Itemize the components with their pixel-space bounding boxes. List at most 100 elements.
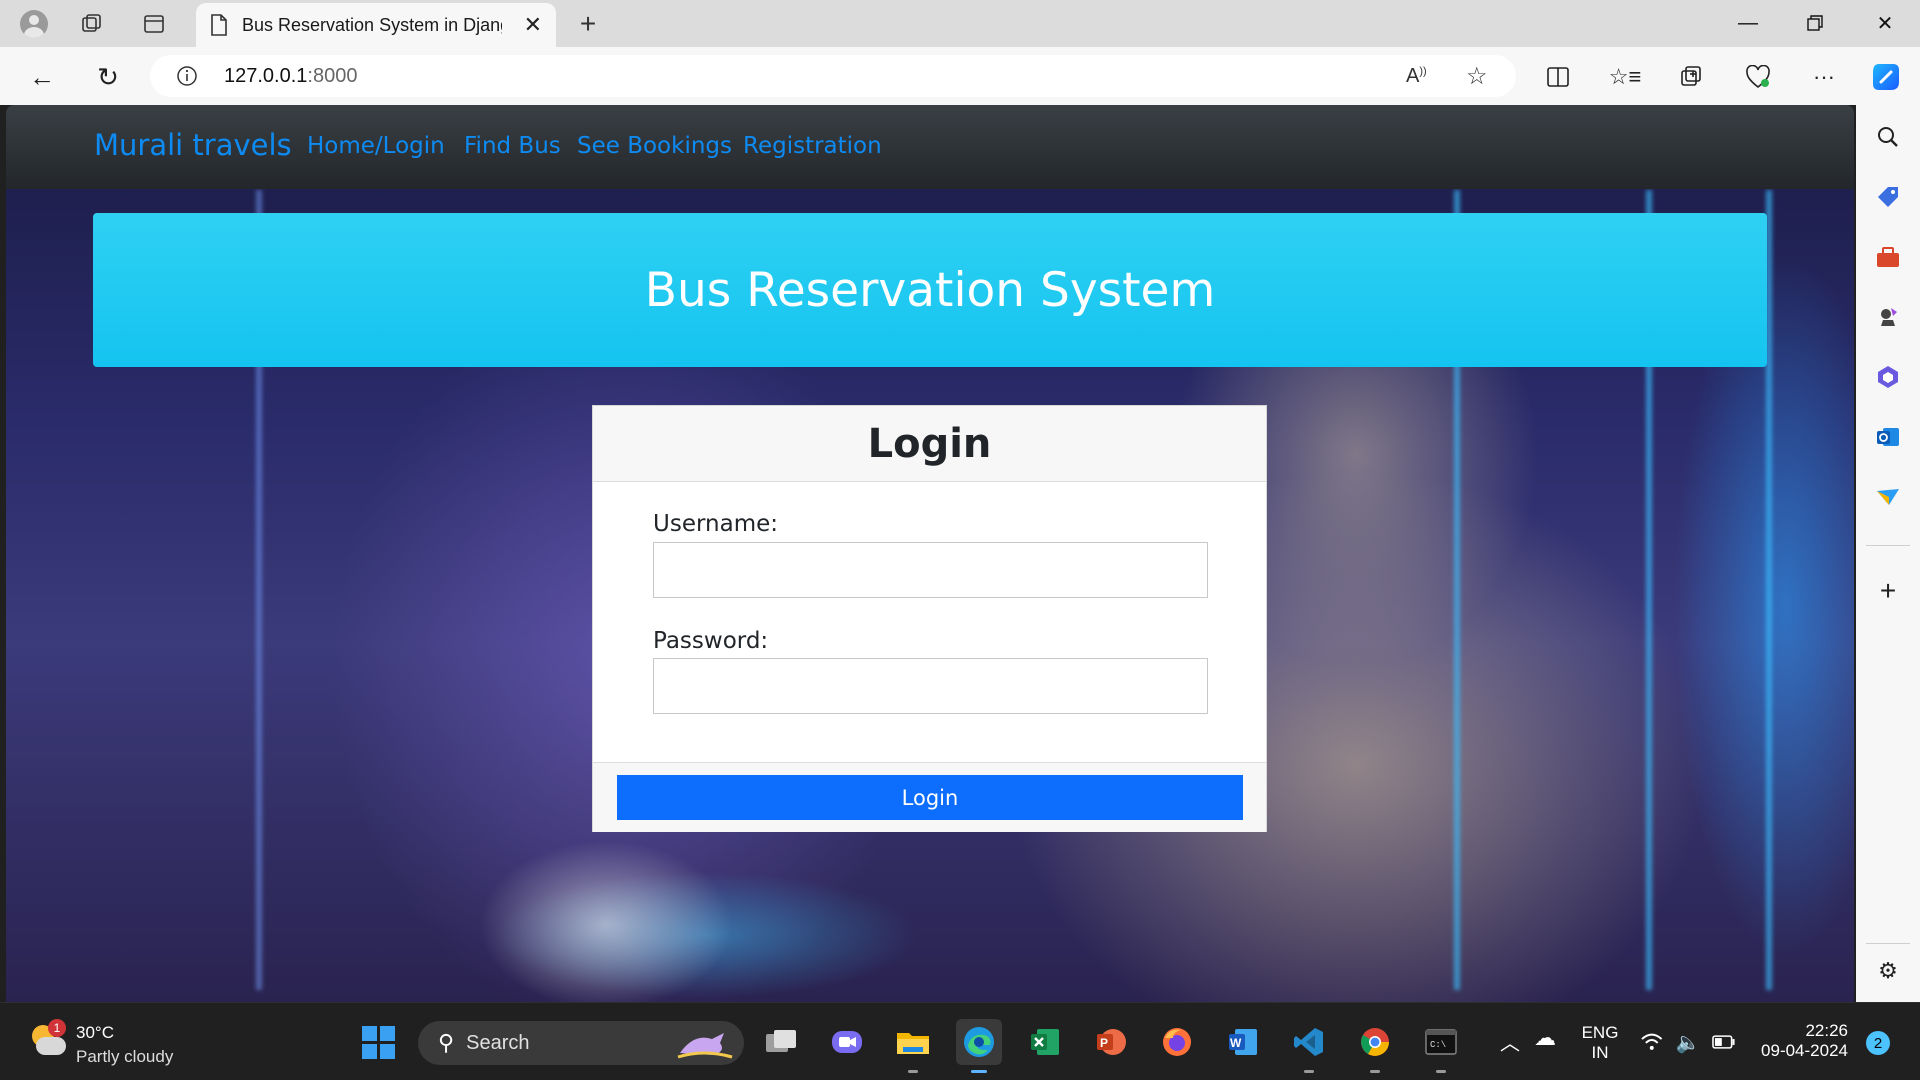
address-bar[interactable]: 127.0.0.1:8000 A)) ☆ bbox=[150, 55, 1516, 97]
web-page: Murali travels Home/Login Find Bus See B… bbox=[6, 105, 1854, 1002]
login-button[interactable]: Login bbox=[617, 775, 1243, 820]
site-info-icon[interactable] bbox=[176, 65, 198, 87]
sidebar-divider bbox=[1866, 545, 1910, 546]
back-arrow-icon: ← bbox=[29, 61, 55, 92]
avatar-icon bbox=[20, 10, 48, 38]
back-button[interactable]: ← bbox=[22, 57, 62, 97]
task-view-icon bbox=[766, 1030, 796, 1052]
favorite-star-icon[interactable]: ☆ bbox=[1466, 62, 1488, 91]
taskbar-file-explorer[interactable] bbox=[890, 1019, 936, 1073]
refresh-icon: ↻ bbox=[97, 61, 119, 92]
sidebar-add-button[interactable]: + bbox=[1870, 573, 1906, 609]
vertical-tabs-button[interactable] bbox=[136, 6, 172, 42]
nav-find-bus[interactable]: Find Bus bbox=[464, 133, 561, 159]
search-icon bbox=[1878, 127, 1898, 147]
login-card: Login Username: Password: Login bbox=[592, 405, 1267, 832]
notification-badge[interactable]: 2 bbox=[1866, 1031, 1890, 1055]
system-tray-status[interactable]: 🔈 bbox=[1640, 1027, 1736, 1057]
taskbar-terminal[interactable]: C:\ bbox=[1418, 1019, 1464, 1073]
nav-registration[interactable]: Registration bbox=[743, 133, 882, 159]
tray-overflow-icon[interactable]: ︿ bbox=[1500, 1027, 1520, 1056]
sidebar-m365-icon[interactable] bbox=[1870, 359, 1906, 395]
favorites-button[interactable]: ☆≡ bbox=[1605, 57, 1645, 97]
plus-icon: + bbox=[1879, 575, 1897, 606]
taskbar-chrome[interactable] bbox=[1352, 1019, 1398, 1073]
nav-see-bookings[interactable]: See Bookings bbox=[577, 133, 732, 159]
firefox-icon bbox=[1163, 1028, 1191, 1056]
taskbar-firefox[interactable] bbox=[1154, 1019, 1200, 1065]
sidebar-drop-icon[interactable] bbox=[1870, 479, 1906, 515]
nav-home-login[interactable]: Home/Login bbox=[307, 133, 445, 159]
weather-widget[interactable]: 1 30°C Partly cloudy bbox=[28, 1017, 228, 1067]
start-button[interactable] bbox=[355, 1019, 401, 1065]
svg-text:W: W bbox=[1230, 1036, 1242, 1050]
sidebar-outlook-icon[interactable] bbox=[1870, 419, 1906, 455]
sidebar-shopping-icon[interactable] bbox=[1870, 179, 1906, 215]
running-indicator bbox=[1436, 1070, 1446, 1073]
search-icon: ⚲ bbox=[438, 1030, 455, 1055]
taskbar-word[interactable]: W bbox=[1220, 1019, 1266, 1065]
password-label: Password: bbox=[653, 628, 769, 654]
url-port: :8000 bbox=[307, 64, 358, 87]
taskbar-edge[interactable] bbox=[956, 1019, 1002, 1073]
read-aloud-icon[interactable]: A)) bbox=[1406, 65, 1427, 88]
running-indicator bbox=[1304, 1070, 1314, 1073]
hero-banner: Bus Reservation System bbox=[93, 213, 1767, 367]
gear-icon: ⚙ bbox=[1878, 958, 1898, 983]
taskbar-powerpoint[interactable]: P bbox=[1088, 1019, 1134, 1065]
password-input[interactable] bbox=[653, 658, 1208, 714]
close-icon: ✕ bbox=[1876, 12, 1894, 35]
folder-icon bbox=[897, 1033, 929, 1054]
tag-icon bbox=[1878, 187, 1898, 207]
taskbar-task-view[interactable] bbox=[758, 1019, 804, 1065]
language-region: IN bbox=[1591, 1043, 1609, 1062]
page-icon bbox=[211, 14, 227, 36]
excel-icon bbox=[1031, 1029, 1059, 1055]
chess-piece-icon bbox=[1881, 308, 1897, 326]
running-indicator bbox=[908, 1070, 918, 1073]
collections-button[interactable] bbox=[1671, 57, 1711, 97]
tab-actions-icon bbox=[144, 15, 164, 33]
svg-text:C:\: C:\ bbox=[1430, 1040, 1446, 1050]
username-input[interactable] bbox=[653, 542, 1208, 598]
close-window-button[interactable]: ✕ bbox=[1852, 0, 1918, 46]
taskbar-vscode[interactable] bbox=[1286, 1019, 1332, 1073]
outlook-icon bbox=[1877, 428, 1899, 446]
collections-icon bbox=[1681, 66, 1701, 86]
language-code: ENG bbox=[1581, 1023, 1619, 1042]
profile-avatar[interactable] bbox=[16, 6, 52, 42]
sidebar-divider-bottom bbox=[1866, 943, 1910, 944]
taskbar-teams[interactable] bbox=[824, 1019, 870, 1065]
taskbar-search[interactable]: ⚲ Search bbox=[418, 1021, 744, 1065]
taskbar-excel[interactable] bbox=[1022, 1019, 1068, 1065]
restore-button[interactable] bbox=[1782, 0, 1848, 46]
sidebar-search-icon[interactable] bbox=[1870, 119, 1906, 155]
tab-title: Bus Reservation System in Django bbox=[242, 14, 502, 35]
refresh-button[interactable]: ↻ bbox=[88, 57, 128, 97]
minimize-button[interactable]: — bbox=[1715, 0, 1781, 46]
browser-essentials-button[interactable] bbox=[1738, 57, 1778, 97]
new-tab-button[interactable]: + bbox=[570, 6, 606, 42]
brand-link[interactable]: Murali travels bbox=[94, 128, 292, 162]
copilot-button[interactable] bbox=[1866, 57, 1906, 97]
split-screen-button[interactable] bbox=[1538, 57, 1578, 97]
sidebar-tools-icon[interactable] bbox=[1870, 239, 1906, 275]
edge-sidebar: + ⚙ bbox=[1856, 105, 1920, 1005]
workspaces-button[interactable] bbox=[74, 6, 110, 42]
onedrive-icon[interactable]: ☁ bbox=[1534, 1025, 1556, 1051]
sidebar-games-icon[interactable] bbox=[1870, 299, 1906, 335]
running-indicator bbox=[1370, 1070, 1380, 1073]
language-indicator[interactable]: ENG IN bbox=[1578, 1023, 1622, 1063]
weather-temperature: 30°C bbox=[76, 1023, 114, 1042]
weather-condition: Partly cloudy bbox=[76, 1047, 174, 1066]
sidebar-settings-button[interactable]: ⚙ bbox=[1870, 953, 1906, 989]
workspaces-icon bbox=[82, 14, 101, 32]
clock[interactable]: 22:26 09-04-2024 bbox=[1756, 1021, 1848, 1061]
tab-active[interactable]: Bus Reservation System in Django ✕ bbox=[196, 3, 556, 47]
office-icon bbox=[1878, 366, 1898, 388]
weather-badge: 1 bbox=[48, 1019, 66, 1037]
hero-title: Bus Reservation System bbox=[644, 262, 1216, 318]
tab-close-icon[interactable]: ✕ bbox=[524, 12, 542, 38]
more-menu-button[interactable]: ··· bbox=[1804, 57, 1844, 97]
send-icon bbox=[1877, 489, 1899, 505]
